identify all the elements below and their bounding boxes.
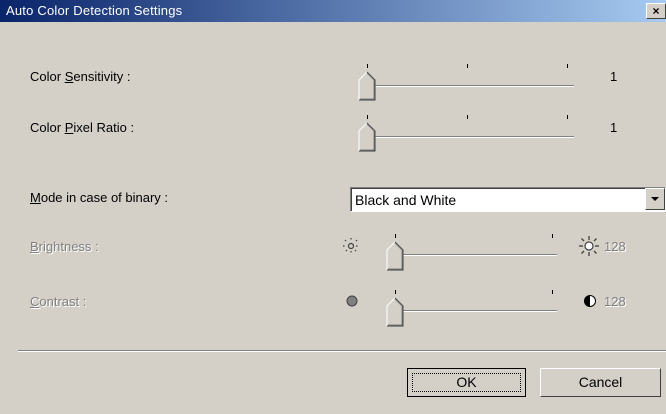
- slider-track: [362, 136, 574, 138]
- slider-tick: [567, 64, 568, 68]
- color-sensitivity-label: Color Sensitivity :: [30, 69, 131, 84]
- dialog-window: Auto Color Detection Settings × Color Se…: [0, 0, 666, 414]
- color-pixel-ratio-value: 1: [610, 120, 618, 135]
- contrast-value: 128: [604, 294, 626, 309]
- close-icon: ×: [652, 4, 660, 18]
- slider-tick: [467, 115, 468, 119]
- slider-thumb[interactable]: [386, 297, 404, 327]
- slider-track: [362, 85, 574, 87]
- slider-tick: [552, 290, 553, 294]
- close-button[interactable]: ×: [646, 3, 666, 19]
- contrast-high-icon: [584, 295, 596, 307]
- sun-dim-icon: [343, 238, 359, 254]
- mode-binary-selected-value: Black and White: [355, 192, 457, 208]
- slider-track: [391, 254, 557, 256]
- mode-binary-select[interactable]: Black and White: [350, 187, 666, 212]
- slider-tick: [395, 234, 396, 238]
- slider-track: [391, 310, 557, 312]
- slider-thumb[interactable]: [386, 241, 404, 271]
- slider-tick: [395, 290, 396, 294]
- brightness-value: 128: [604, 239, 626, 254]
- slider-thumb[interactable]: [358, 122, 376, 152]
- slider-tick: [467, 64, 468, 68]
- contrast-label: Contrast :: [30, 294, 87, 309]
- slider-tick: [367, 115, 368, 119]
- cancel-button[interactable]: Cancel: [540, 368, 661, 397]
- sun-bright-icon: [579, 236, 599, 256]
- separator: [18, 350, 666, 352]
- ok-button[interactable]: OK: [407, 368, 526, 397]
- slider-tick: [367, 64, 368, 68]
- window-title: Auto Color Detection Settings: [6, 3, 183, 18]
- slider-tick: [567, 115, 568, 119]
- slider-thumb[interactable]: [358, 71, 376, 101]
- mode-binary-label: Mode in case of binary :: [30, 190, 169, 205]
- dropdown-button[interactable]: [645, 188, 665, 210]
- contrast-low-icon: [346, 295, 358, 307]
- chevron-down-icon: [651, 197, 659, 201]
- slider-tick: [552, 234, 553, 238]
- color-sensitivity-value: 1: [610, 69, 618, 84]
- brightness-label: Brightness :: [30, 239, 99, 254]
- title-bar[interactable]: Auto Color Detection Settings ×: [0, 0, 666, 22]
- color-pixel-ratio-label: Color Pixel Ratio :: [30, 120, 135, 135]
